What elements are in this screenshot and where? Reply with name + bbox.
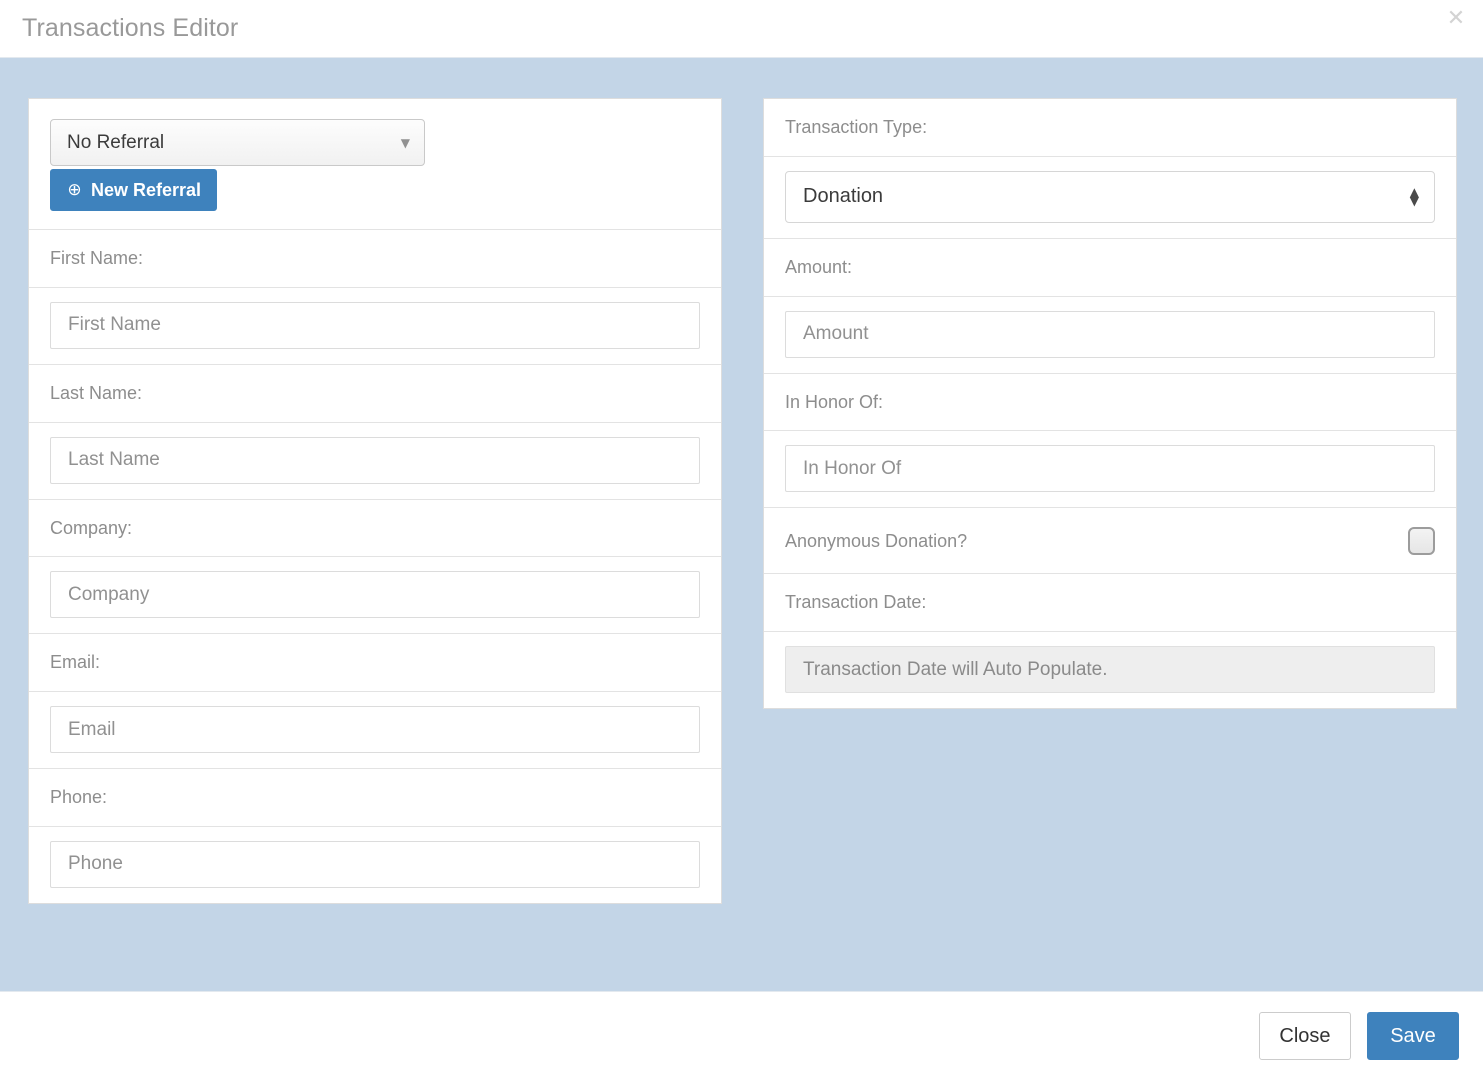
company-input[interactable] [50,571,700,618]
plus-circle-icon: ⊕ [66,182,83,199]
transaction-date-input [785,646,1435,693]
transactions-editor-modal: Transactions Editor ✕ No Referral ▼ ⊕ Ne… [0,0,1483,1079]
list-item [29,827,721,903]
list-item: Transaction Date: [764,574,1456,632]
last-name-input-wrap [29,423,721,499]
page-title: Transactions Editor [22,16,238,41]
in-honor-of-label: In Honor Of: [764,374,1456,431]
list-item: Last Name: [29,365,721,423]
list-item [29,692,721,769]
email-input-wrap [29,692,721,768]
in-honor-of-input-wrap [764,431,1456,507]
stepper-icon: ▲ ▼ [1410,188,1419,206]
list-item: First Name: [29,230,721,288]
list-item: Transaction Type: [764,99,1456,157]
phone-input[interactable] [50,841,700,888]
close-icon[interactable]: ✕ [1443,6,1469,32]
last-name-input[interactable] [50,437,700,484]
phone-label: Phone: [29,769,721,826]
list-item [29,288,721,365]
phone-input-wrap [29,827,721,903]
transaction-type-label: Transaction Type: [764,99,1456,156]
first-name-input[interactable] [50,302,700,349]
close-button[interactable]: Close [1259,1012,1351,1060]
list-item: Company: [29,500,721,558]
amount-input[interactable] [785,311,1435,358]
list-item [764,632,1456,708]
new-referral-button[interactable]: ⊕ New Referral [50,169,217,211]
list-item: Donation ▲ ▼ [764,157,1456,239]
transaction-type-value: Donation [803,185,883,208]
company-input-wrap [29,557,721,633]
triangle-down-icon: ▼ [1410,197,1419,206]
list-item [764,297,1456,374]
anonymous-donation-checkbox[interactable] [1408,527,1435,555]
list-item [29,557,721,634]
list-item [764,431,1456,508]
anonymous-donation-label: Anonymous Donation? [785,531,967,552]
referral-block: No Referral ▼ ⊕ New Referral [29,99,721,230]
anonymous-donation-row: Anonymous Donation? [764,508,1456,574]
last-name-label: Last Name: [29,365,721,422]
referral-select-value: No Referral [67,132,164,154]
donor-info-panel: No Referral ▼ ⊕ New Referral First Name: [28,98,722,904]
transaction-date-input-wrap [764,632,1456,708]
in-honor-of-input[interactable] [785,445,1435,492]
transaction-type-wrap: Donation ▲ ▼ [764,157,1456,238]
first-name-label: First Name: [29,230,721,287]
list-item [29,423,721,500]
modal-footer: Close Save [0,991,1483,1079]
save-button[interactable]: Save [1367,1012,1459,1060]
modal-header: Transactions Editor ✕ [0,0,1483,57]
chevron-down-icon: ▼ [401,137,410,149]
list-item: Email: [29,634,721,692]
list-item: Phone: [29,769,721,827]
amount-input-wrap [764,297,1456,373]
transaction-info-panel: Transaction Type: Donation ▲ ▼ Amount: [763,98,1457,709]
list-item: In Honor Of: [764,374,1456,432]
new-referral-label: New Referral [91,181,201,199]
transaction-type-select[interactable]: Donation ▲ ▼ [785,171,1435,223]
email-label: Email: [29,634,721,691]
referral-select[interactable]: No Referral ▼ [50,119,425,166]
amount-label: Amount: [764,239,1456,296]
list-item: Amount: [764,239,1456,297]
first-name-input-wrap [29,288,721,364]
modal-body: No Referral ▼ ⊕ New Referral First Name: [0,57,1483,991]
company-label: Company: [29,500,721,557]
transaction-date-label: Transaction Date: [764,574,1456,631]
email-field[interactable] [50,706,700,753]
